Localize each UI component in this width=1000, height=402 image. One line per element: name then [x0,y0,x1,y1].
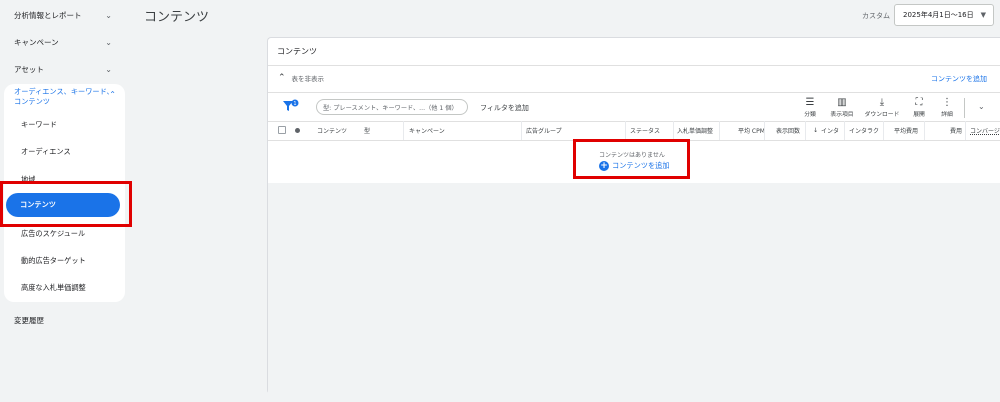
add-content-link[interactable]: コンテンツを追加 [931,74,987,84]
sidebar-item-dynamic-ad-targets[interactable]: 動的広告ターゲット [21,256,86,266]
column-header-status[interactable]: ステータス [630,121,660,140]
nav-campaigns[interactable]: キャンペーン ⌄ [0,35,126,49]
column-divider [764,121,765,140]
highlight-box [573,139,690,179]
hide-chart-label: 表を非表示 [291,75,325,83]
sidebar-item-keywords[interactable]: キーワード [21,120,57,130]
tool-label: 分類 [804,112,816,118]
add-filter-button[interactable]: フィルタを追加 [480,103,529,113]
tool-label: 展開 [913,112,925,118]
more-vert-icon: ⋮ [942,97,952,108]
column-label: インタ [821,128,840,135]
submenu-header[interactable]: オーディエンス、キーワード、コンテンツ [14,87,114,107]
tool-label: ダウンロード [864,112,900,118]
sidebar-item-ad-schedule[interactable]: 広告のスケジュール [21,229,85,239]
column-divider [673,121,674,140]
column-divider [965,121,966,140]
table-body-empty-area [268,183,1000,394]
columns-icon: ▥ [837,97,847,108]
column-header-content[interactable]: コンテンツ [317,121,347,140]
column-header-conversions[interactable]: コンバージ [970,121,1000,140]
column-divider [719,121,720,140]
sidebar: 分析情報とレポート ⌄ キャンペーン ⌄ アセット ⌄ オーディエンス、キーワー… [0,0,132,402]
columns-button[interactable]: ▥ 表示項目 [824,96,860,118]
column-header-avg-cost[interactable]: 平均費用 [894,121,918,140]
column-header-impressions[interactable]: 表示回数 [776,121,800,140]
highlight-box [0,181,132,227]
column-header-cost[interactable]: 費用 [950,121,962,140]
chevron-down-icon: ⌄ [105,10,112,20]
card-title: コンテンツ [277,47,317,56]
tool-label: 詳細 [941,112,953,118]
nav-label: アセット [14,64,44,74]
column-divider [403,121,404,140]
column-divider [844,121,845,140]
nav-label: 分析情報とレポート [14,10,82,20]
filter-input[interactable]: 型: プレースメント、キーワード、...（他 1 個） [316,99,468,115]
hide-chart-toggle[interactable]: ⌃ 表を非表示 [278,73,324,83]
date-range-label: カスタム [862,12,890,20]
column-header-interactions[interactable]: ↓ インタ [813,121,839,140]
status-dot-icon [295,128,300,133]
caret-down-icon: ▼ [980,11,986,19]
sidebar-item-advanced-bid-adjustments[interactable]: 高度な入札単価調整 [21,283,86,293]
nav-assets[interactable]: アセット ⌄ [0,62,126,76]
chevron-down-icon: ⌄ [105,37,112,47]
column-header-ad-group[interactable]: 広告グループ [526,121,562,140]
fullscreen-icon: ⛶ [915,97,923,108]
chevron-up-icon[interactable]: ⌃ [109,90,116,99]
column-header-interaction-rate[interactable]: インタラク [849,121,879,140]
chevron-up-icon: ⌃ [278,73,286,83]
segment-icon: ☰ [805,97,815,108]
segment-button[interactable]: ☰ 分類 [792,96,828,118]
svg-text:1: 1 [293,101,296,107]
nav-insights-reports[interactable]: 分析情報とレポート ⌄ [0,8,126,22]
divider [268,92,1000,93]
nav-label: キャンペーン [14,37,59,47]
download-button[interactable]: ⤓ ダウンロード [864,96,900,118]
column-divider [883,121,884,140]
divider [268,65,1000,66]
column-header-campaign[interactable]: キャンペーン [409,121,445,140]
nav-change-history[interactable]: 変更履歴 [14,315,44,326]
more-button[interactable]: ⋮ 詳細 [929,96,965,118]
column-header-avg-cpm[interactable]: 平均 CPM [738,121,765,140]
page-title: コンテンツ [144,10,210,25]
column-header-type[interactable]: 型 [364,121,370,140]
download-icon: ⤓ [879,97,885,108]
date-range-picker[interactable]: 2025年4月1日〜16日 ▼ [894,4,994,26]
chevron-down-icon: ⌄ [105,64,112,74]
tool-label: 表示項目 [830,112,854,118]
filter-icon[interactable]: 1 [282,99,300,113]
content-card: コンテンツ ⌃ 表を非表示 コンテンツを追加 1 型: プレースメント、キーワー… [267,37,1000,394]
column-divider [521,121,522,140]
column-divider [805,121,806,140]
column-divider [625,121,626,140]
column-divider [924,121,925,140]
column-header-bid-adj[interactable]: 入札単価調整 [677,121,718,140]
sidebar-item-audiences[interactable]: オーディエンス [21,147,71,157]
arrow-down-icon: ↓ [813,127,819,134]
toolbar-divider [964,98,965,118]
date-range-value: 2025年4月1日〜16日 [903,11,974,19]
select-all-checkbox[interactable] [278,126,286,134]
chevron-down-icon[interactable]: ⌄ [978,102,985,111]
